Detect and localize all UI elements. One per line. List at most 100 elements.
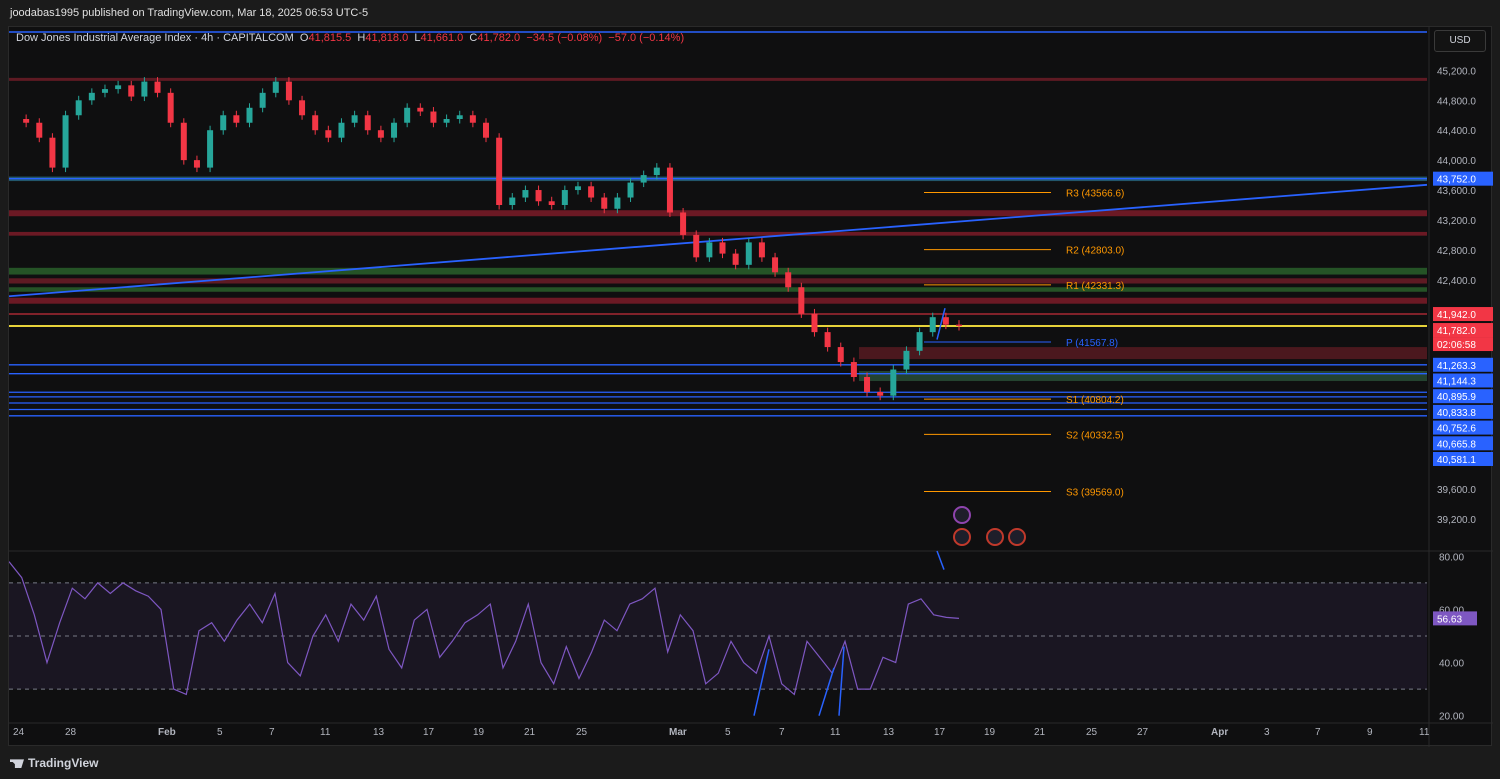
candle-body — [706, 242, 713, 258]
time-tick-label: 3 — [1264, 727, 1270, 738]
price-tick-label: 39,200.0 — [1437, 515, 1476, 526]
time-tick-label: 11 — [830, 727, 841, 738]
candle-body — [890, 369, 897, 396]
candle-body — [259, 92, 266, 108]
candle-body — [154, 81, 161, 93]
candle-body — [456, 115, 463, 119]
candle-body — [272, 81, 279, 93]
time-tick-label: 9 — [1367, 727, 1373, 738]
price-tag: 40,665.8 — [1437, 439, 1476, 450]
candle-body — [574, 186, 581, 191]
chart-frame[interactable]: R3 (43566.6) R2 (42803.0) R1 (42331.3) P (4… — [8, 26, 1493, 747]
candle-body — [443, 119, 450, 123]
candle-body — [601, 197, 608, 209]
price-tag: 40,833.8 — [1437, 408, 1476, 419]
candle-body — [377, 130, 384, 138]
open-value: 41,815.5 — [308, 32, 352, 44]
candle-body — [391, 122, 398, 138]
candle-body — [824, 332, 831, 348]
pivot-label: R3 (43566.6) — [1066, 189, 1124, 200]
price-tick-label: 44,000.0 — [1437, 156, 1476, 167]
price-tag: 41,263.3 — [1437, 361, 1476, 372]
price-tick-label: 45,200.0 — [1437, 66, 1476, 77]
time-tick-label: 17 — [934, 727, 946, 738]
price-chart[interactable]: R3 (43566.6) R2 (42803.0) R1 (42331.3) P (4… — [9, 27, 1493, 747]
pivot-label: R1 (42331.3) — [1066, 281, 1124, 292]
candle-body — [837, 347, 844, 363]
candle-body — [36, 122, 43, 138]
event-flag-icon — [986, 528, 1004, 546]
candle-body — [745, 242, 752, 265]
candle-body — [653, 167, 660, 176]
candle-body — [864, 377, 871, 392]
candle-body — [785, 272, 792, 288]
candle-body — [719, 242, 726, 254]
pivot-label: S1 (40804.2) — [1066, 395, 1124, 406]
price-tick-label: 42,400.0 — [1437, 276, 1476, 287]
candle-body — [338, 122, 345, 138]
candle-body — [561, 190, 568, 205]
time-tick-label: 19 — [473, 727, 485, 738]
candle-body — [693, 234, 700, 258]
candle-body — [299, 100, 306, 116]
candle-body — [640, 175, 647, 183]
time-tick-label: 25 — [576, 727, 588, 738]
price-tag: 41,144.3 — [1437, 376, 1476, 387]
candle-body — [929, 317, 936, 333]
symbol-title[interactable]: Dow Jones Industrial Average Index · 4h … — [16, 32, 294, 44]
time-tick-label: 7 — [779, 727, 785, 738]
sr-zone — [859, 347, 1427, 360]
candle-body — [417, 107, 424, 112]
event-flag-icon — [1008, 528, 1026, 546]
candle-body — [496, 137, 503, 205]
candle-body — [220, 115, 227, 131]
footer-bar: TradingView — [0, 748, 1500, 779]
candle-body — [207, 130, 214, 168]
candle-body — [469, 115, 476, 123]
event-flag-icon — [953, 506, 971, 524]
current-price-tag: 41,782.0 — [1437, 326, 1476, 337]
price-tag: 41,942.0 — [1437, 310, 1476, 321]
economic-events — [953, 506, 1026, 546]
candle-body — [180, 122, 187, 161]
time-tick-label: 5 — [725, 727, 731, 738]
candle-body — [916, 332, 923, 351]
time-tick-label: Mar — [669, 727, 687, 738]
sr-zone — [9, 297, 1427, 304]
rsi-value-tag: 56.63 — [1437, 614, 1462, 625]
candle-body — [535, 190, 542, 202]
pivot-label: S3 (39569.0) — [1066, 487, 1124, 498]
price-tick-label: 39,600.0 — [1437, 485, 1476, 496]
candle-body — [614, 197, 621, 209]
candle-body — [101, 89, 108, 93]
time-tick-label: 17 — [423, 727, 435, 738]
candle-body — [850, 362, 857, 377]
change-value: −34.5 (−0.08%) — [526, 32, 603, 44]
price-tick-label: 44,400.0 — [1437, 126, 1476, 137]
candle-body — [548, 201, 555, 205]
candle-body — [285, 81, 292, 101]
candle-body — [193, 160, 200, 168]
currency-selector[interactable]: USD — [1434, 30, 1486, 52]
publish-header: joodabas1995 published on TradingView.co… — [0, 0, 1500, 26]
sr-zone — [9, 267, 1427, 275]
time-tick-label: 21 — [524, 727, 536, 738]
time-tick-label: 28 — [65, 727, 77, 738]
candle-body — [956, 324, 962, 326]
brand-name: TradingView — [28, 756, 99, 770]
sr-zone — [9, 231, 1427, 236]
tradingview-logo[interactable]: TradingView — [10, 756, 98, 770]
candle-body — [798, 287, 805, 314]
time-tick-label: 5 — [217, 727, 223, 738]
event-flag-icon — [953, 528, 971, 546]
candle-body — [246, 107, 253, 123]
candle-body — [483, 122, 489, 138]
price-tag: 43,752.0 — [1437, 175, 1476, 186]
rsi-tick-label: 80.00 — [1439, 552, 1464, 563]
candle-body — [772, 257, 779, 273]
time-tick-label: 11 — [320, 727, 331, 738]
candle-body — [509, 197, 516, 205]
price-tick-label: 43,200.0 — [1437, 216, 1476, 227]
price-tag: 40,752.6 — [1437, 424, 1476, 435]
tv-logo-icon — [10, 759, 24, 769]
